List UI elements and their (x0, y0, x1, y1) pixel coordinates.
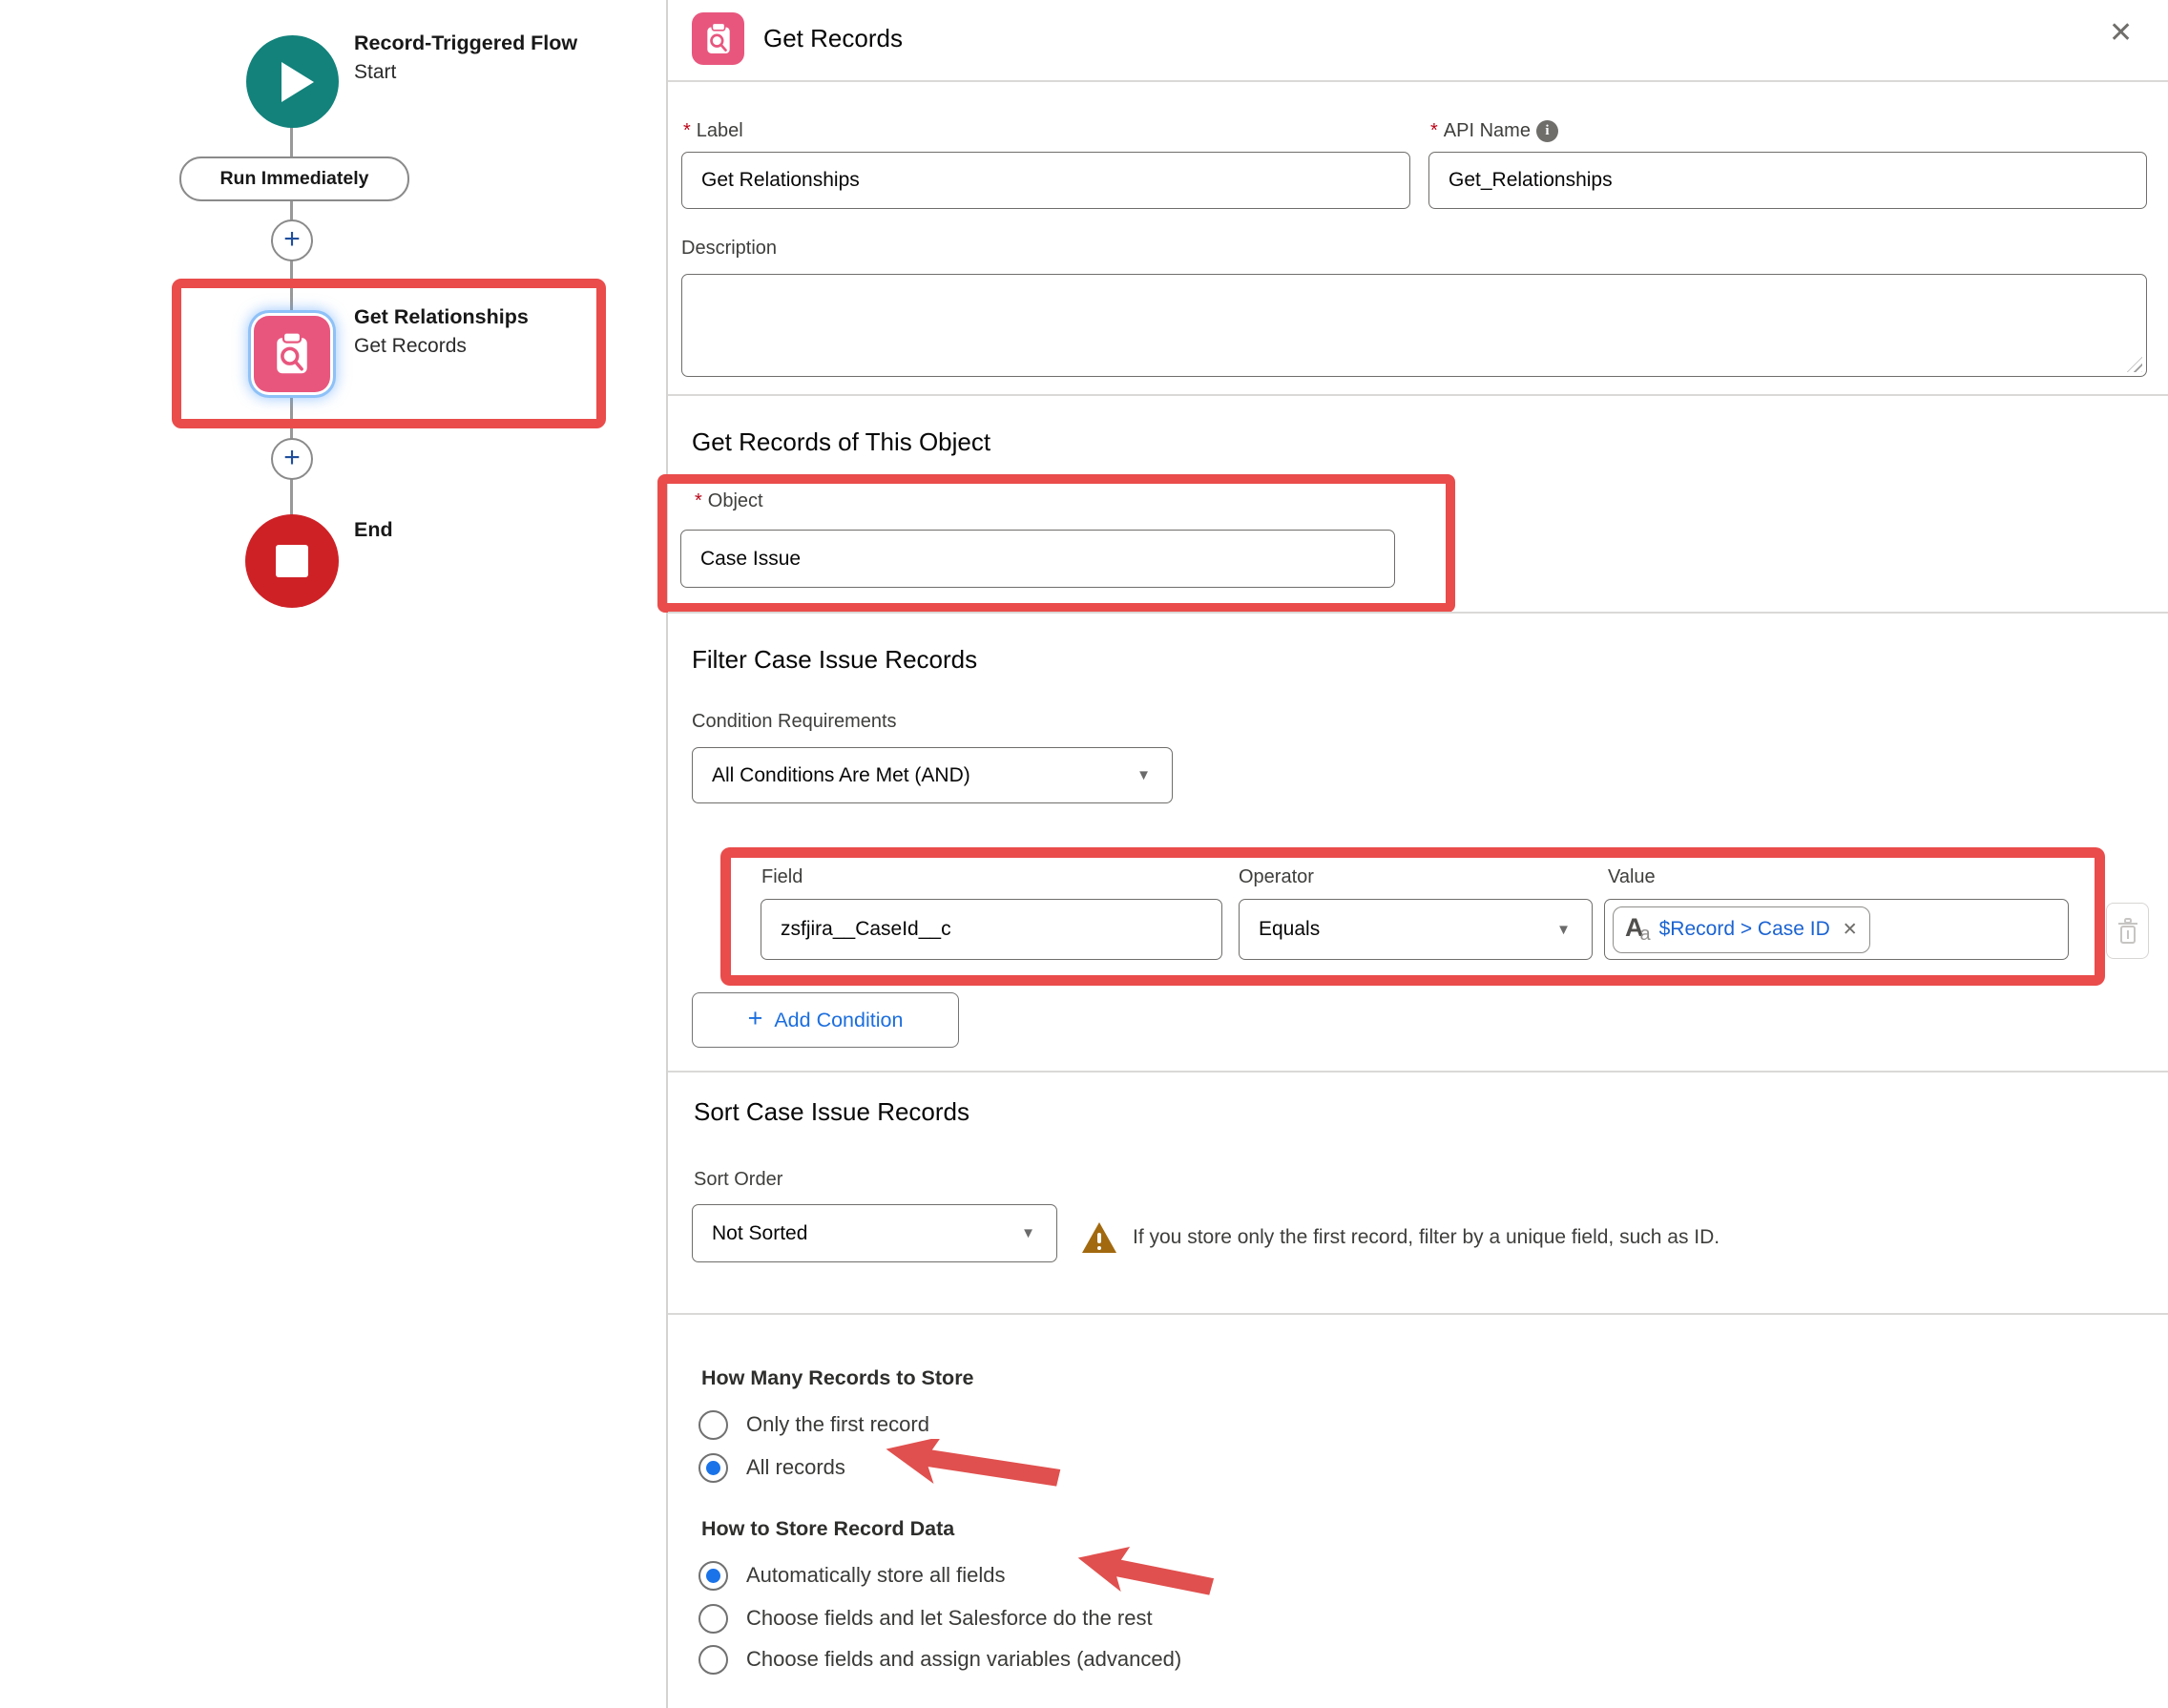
radio-icon[interactable] (698, 1604, 728, 1634)
stop-icon (276, 545, 308, 577)
annotation-arrow-auto-store (1074, 1546, 1218, 1606)
warning-icon (1081, 1221, 1117, 1259)
label-input-value: Get Relationships (682, 169, 860, 192)
condition-value-label: Value (1608, 866, 1656, 888)
play-icon (281, 62, 314, 102)
close-icon[interactable]: ✕ (2109, 19, 2133, 48)
condition-operator-dropdown[interactable]: Equals ▼ (1239, 899, 1593, 960)
start-node-subtitle: Start (354, 61, 396, 84)
required-mark: * (695, 490, 702, 512)
condition-requirements-label: Condition Requirements (692, 711, 897, 733)
sort-section-heading: Sort Case Issue Records (694, 1097, 969, 1127)
sort-warning-text: If you store only the first record, filt… (1133, 1226, 1720, 1249)
condition-operator-value: Equals (1240, 918, 1320, 941)
trash-icon (2116, 918, 2139, 945)
object-field-label: * Object (695, 490, 763, 512)
get-records-node[interactable] (254, 316, 330, 392)
plus-icon: + (283, 444, 301, 472)
condition-operator-label: Operator (1239, 866, 1314, 888)
label-field-label: * Label (683, 120, 743, 142)
section-divider (668, 1071, 2168, 1073)
plus-icon: + (748, 1006, 763, 1031)
get-node-title: Get Relationships (354, 305, 529, 329)
label-input[interactable]: Get Relationships (681, 152, 1410, 209)
plus-icon: + (283, 225, 301, 254)
value-pill-text: $Record > Case ID (1659, 918, 1830, 941)
value-resource-pill[interactable]: A a $Record > Case ID ✕ (1613, 906, 1870, 953)
condition-field-input[interactable]: zsfjira__CaseId__c (761, 899, 1222, 960)
object-input-value: Case Issue (681, 548, 801, 571)
radio-label: Automatically store all fields (746, 1563, 1005, 1588)
chevron-down-icon: ▼ (1136, 767, 1172, 783)
sort-order-value: Not Sorted (693, 1222, 807, 1245)
run-immediately-badge[interactable]: Run Immediately (179, 156, 409, 201)
add-condition-label: Add Condition (774, 1009, 903, 1032)
object-section-heading: Get Records of This Object (692, 427, 990, 457)
api-name-input[interactable]: Get_Relationships (1428, 152, 2147, 209)
condition-requirements-value: All Conditions Are Met (AND) (693, 764, 970, 787)
panel-header-icon (692, 12, 744, 65)
start-node-title: Record-Triggered Flow (354, 31, 577, 55)
add-element-button-bottom[interactable]: + (271, 438, 313, 480)
section-divider (668, 612, 2168, 614)
description-label: Description (681, 238, 777, 260)
how-to-store-heading: How to Store Record Data (701, 1517, 954, 1541)
section-divider (668, 1313, 2168, 1315)
sort-order-label: Sort Order (694, 1169, 782, 1191)
chevron-down-icon: ▼ (1556, 922, 1592, 938)
resize-handle[interactable] (2127, 357, 2142, 372)
delete-condition-button[interactable] (2106, 903, 2149, 959)
condition-field-label: Field (761, 866, 803, 888)
radio-label: Choose fields and let Salesforce do the … (746, 1606, 1153, 1631)
radio-icon-selected[interactable] (698, 1453, 728, 1483)
info-icon[interactable]: i (1536, 120, 1558, 142)
description-textarea[interactable] (681, 274, 2147, 377)
api-name-field-label: * API Name i (1430, 120, 1558, 142)
radio-icon-selected[interactable] (698, 1561, 728, 1591)
required-mark: * (1430, 120, 1438, 142)
object-input[interactable]: Case Issue (680, 530, 1395, 588)
run-immediately-label: Run Immediately (219, 168, 368, 190)
flow-builder-screen: Record-Triggered Flow Start Run Immediat… (0, 0, 2168, 1708)
end-node-title: End (354, 518, 393, 542)
condition-field-value: zsfjira__CaseId__c (761, 918, 951, 941)
panel-title: Get Records (763, 24, 903, 53)
text-type-icon: A a (1625, 915, 1651, 944)
condition-value-input[interactable]: A a $Record > Case ID ✕ (1604, 899, 2069, 960)
how-many-records-heading: How Many Records to Store (701, 1366, 974, 1390)
remove-pill-icon[interactable]: ✕ (1843, 919, 1858, 941)
section-divider (668, 394, 2168, 396)
radio-option-choose-fields-salesforce[interactable]: Choose fields and let Salesforce do the … (698, 1603, 1153, 1634)
radio-icon[interactable] (698, 1645, 728, 1675)
api-name-input-value: Get_Relationships (1429, 169, 1613, 192)
radio-option-only-first-record[interactable]: Only the first record (698, 1409, 929, 1440)
filter-section-heading: Filter Case Issue Records (692, 645, 977, 675)
radio-option-all-records[interactable]: All records (698, 1452, 845, 1483)
panel-left-border (666, 0, 668, 1708)
radio-label: Only the first record (746, 1412, 929, 1437)
radio-label: All records (746, 1455, 845, 1480)
condition-requirements-dropdown[interactable]: All Conditions Are Met (AND) ▼ (692, 747, 1173, 803)
radio-option-auto-store-all-fields[interactable]: Automatically store all fields (698, 1560, 1005, 1591)
sort-order-dropdown[interactable]: Not Sorted ▼ (692, 1204, 1057, 1262)
required-mark: * (683, 120, 691, 142)
radio-option-choose-fields-advanced[interactable]: Choose fields and assign variables (adva… (698, 1644, 1181, 1675)
annotation-arrow-all-records (883, 1439, 1066, 1499)
radio-icon[interactable] (698, 1410, 728, 1440)
add-condition-button[interactable]: + Add Condition (692, 992, 959, 1048)
get-node-subtitle: Get Records (354, 335, 467, 358)
chevron-down-icon: ▼ (1021, 1225, 1056, 1241)
clipboard-search-icon (266, 328, 318, 380)
add-element-button-top[interactable]: + (271, 219, 313, 261)
radio-label: Choose fields and assign variables (adva… (746, 1647, 1181, 1672)
start-node[interactable] (246, 35, 339, 128)
header-divider (668, 80, 2168, 82)
end-node[interactable] (245, 514, 339, 608)
clipboard-search-icon (699, 20, 738, 58)
